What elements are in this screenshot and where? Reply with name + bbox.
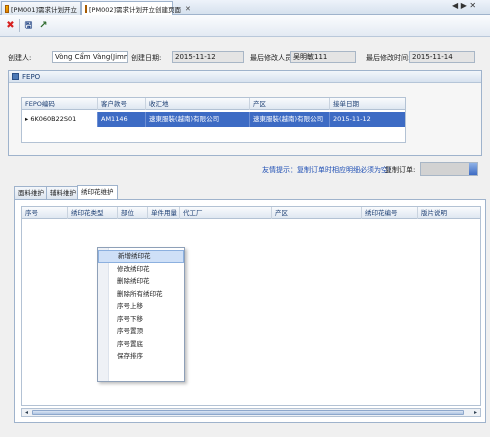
column-header-order-date[interactable]: 接单日期: [330, 98, 405, 110]
fepo-panel-title: FEPO: [22, 72, 41, 81]
style-no-cell: AM1146: [98, 112, 146, 127]
tab-pm002[interactable]: [PM002]需求计划开立创建页面 ✕: [81, 1, 191, 16]
fepo-panel: FEPO FEPO编码 客户款号 收汇地 产区 接单日期 ▸ 6K060B22S…: [8, 70, 482, 156]
menu-item-move-bottom[interactable]: 序号置底: [98, 338, 184, 351]
toolbar: ✖ 🖫 ↗: [0, 15, 490, 37]
column-header-panel-desc[interactable]: 版片说明: [418, 207, 480, 219]
tab-label: [PM002]需求计划开立创建页面: [89, 6, 182, 14]
table-row[interactable]: ▸ 6K060B22S01 AM1146 速東服裝(越南)有限公司 速東服裝(越…: [22, 112, 405, 127]
menu-item-move-down[interactable]: 序号下移: [98, 313, 184, 326]
column-header-collection[interactable]: 收汇地: [146, 98, 250, 110]
create-date-field[interactable]: 2015-11-12: [172, 51, 244, 63]
export-button[interactable]: ↗: [37, 18, 50, 33]
scrollbar-thumb[interactable]: [32, 410, 464, 415]
copy-order-dropdown[interactable]: [420, 162, 478, 176]
context-menu: 新增绣印花 修改绣印花 删除绣印花 删除所有绣印花 序号上移 序号下移 序号置顶…: [97, 247, 185, 382]
menu-item-move-top[interactable]: 序号置顶: [98, 325, 184, 338]
close-tab-icon[interactable]: ✕: [185, 5, 191, 13]
hint-text: 友情提示：复制订单时相应明细必须为空！: [262, 166, 395, 174]
embroidery-grid-header: 序号 绣印花类型 部位 单件用量 代工厂 产区 绣印花编号 版片说明: [22, 207, 480, 219]
tab-navigation-controls[interactable]: ◀ ▶ ✕: [452, 1, 476, 10]
copy-order-label: 复制订单:: [385, 166, 416, 174]
creator-field[interactable]: Vòng Cẩm Vàng(Jimmy V: [52, 51, 128, 63]
creator-label: 创建人:: [8, 54, 32, 62]
tab-embroidery[interactable]: 绣印花维护: [77, 185, 118, 199]
collection-cell: 速東服裝(越南)有限公司: [146, 112, 250, 127]
last-modifier-label: 最后修改人员:: [250, 54, 295, 62]
region-cell: 速東服裝(越南)有限公司: [250, 112, 330, 127]
menu-item-delete-embroidery[interactable]: 删除绣印花: [98, 275, 184, 288]
save-button[interactable]: 🖫: [22, 18, 35, 33]
menu-item-save-order[interactable]: 保存排序: [98, 350, 184, 363]
toolbar-separator: [19, 19, 20, 32]
menu-item-delete-all-embroidery[interactable]: 删除所有绣印花: [98, 288, 184, 301]
horizontal-scrollbar[interactable]: ◂ ▸: [21, 408, 481, 417]
column-header-embroidery-no[interactable]: 绣印花编号: [362, 207, 418, 219]
column-header-position[interactable]: 部位: [118, 207, 148, 219]
column-header-fepo-code[interactable]: FEPO编码: [22, 98, 98, 110]
dropdown-button[interactable]: [469, 163, 477, 175]
fepo-panel-header: FEPO: [9, 71, 481, 83]
column-header-unit-usage[interactable]: 单件用量: [148, 207, 180, 219]
fepo-code-cell: ▸ 6K060B22S01: [22, 112, 98, 127]
fepo-grid-header: FEPO编码 客户款号 收汇地 产区 接单日期: [22, 98, 405, 110]
column-header-seq[interactable]: 序号: [22, 207, 68, 219]
column-header-style-no[interactable]: 客户款号: [98, 98, 146, 110]
document-icon: [85, 5, 87, 13]
row-indicator-icon: ▸: [25, 115, 29, 123]
tab-pm001[interactable]: [PM001]需求计划开立: [1, 1, 81, 15]
last-modify-time-label: 最后修改时间:: [366, 54, 411, 62]
last-modify-time-field[interactable]: 2015-11-14: [409, 51, 475, 63]
menu-item-move-up[interactable]: 序号上移: [98, 300, 184, 313]
document-icon: [5, 4, 9, 13]
tab-accessories[interactable]: 辅料维护: [46, 186, 80, 199]
column-header-oem-factory[interactable]: 代工厂: [180, 207, 272, 219]
menu-item-add-embroidery[interactable]: 新增绣印花: [98, 250, 184, 263]
create-date-label: 创建日期:: [131, 54, 162, 62]
menu-item-edit-embroidery[interactable]: 修改绣印花: [98, 263, 184, 276]
scroll-left-icon[interactable]: ◂: [22, 409, 31, 416]
document-tab-strip: [PM001]需求计划开立 [PM002]需求计划开立创建页面 ✕ ◀ ▶ ✕: [0, 0, 490, 16]
embroidery-grid: 序号 绣印花类型 部位 单件用量 代工厂 产区 绣印花编号 版片说明: [21, 206, 481, 406]
tab-label: [PM001]需求计划开立: [10, 5, 77, 14]
column-header-type[interactable]: 绣印花类型: [68, 207, 118, 219]
fepo-code-value: 6K060B22S01: [30, 115, 77, 123]
order-date-cell: 2015-11-12: [333, 115, 371, 123]
column-header-region[interactable]: 产区: [272, 207, 362, 219]
panel-icon: [12, 73, 19, 80]
embroidery-panel: 序号 绣印花类型 部位 单件用量 代工厂 产区 绣印花编号 版片说明 ◂ ▸: [14, 199, 486, 423]
scroll-right-icon[interactable]: ▸: [471, 409, 480, 416]
last-modifier-field[interactable]: 吴明敏111: [290, 51, 356, 63]
fepo-grid: FEPO编码 客户款号 收汇地 产区 接单日期 ▸ 6K060B22S01 AM…: [21, 97, 406, 143]
tab-fabric[interactable]: 面料维护: [14, 186, 48, 199]
column-header-region[interactable]: 产区: [250, 98, 330, 110]
delete-button[interactable]: ✖: [4, 18, 17, 33]
